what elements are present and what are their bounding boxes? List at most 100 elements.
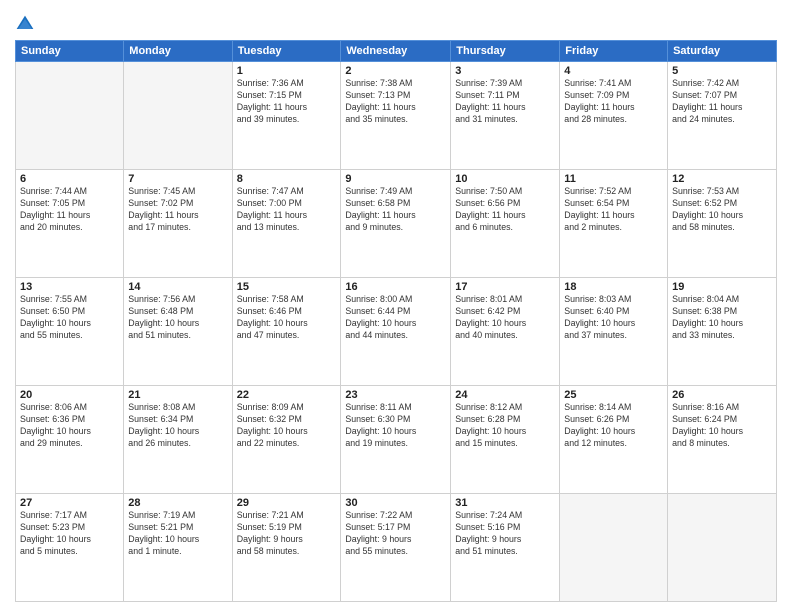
day-number: 2 — [345, 65, 446, 77]
calendar-cell: 9Sunrise: 7:49 AM Sunset: 6:58 PM Daylig… — [341, 170, 451, 278]
day-number: 9 — [345, 173, 446, 185]
day-number: 26 — [672, 389, 772, 401]
day-number: 25 — [564, 389, 663, 401]
day-info: Sunrise: 8:14 AM Sunset: 6:26 PM Dayligh… — [564, 402, 663, 450]
calendar-cell: 1Sunrise: 7:36 AM Sunset: 7:15 PM Daylig… — [232, 62, 341, 170]
day-info: Sunrise: 7:50 AM Sunset: 6:56 PM Dayligh… — [455, 186, 555, 234]
day-info: Sunrise: 8:04 AM Sunset: 6:38 PM Dayligh… — [672, 294, 772, 342]
week-row-5: 27Sunrise: 7:17 AM Sunset: 5:23 PM Dayli… — [16, 494, 777, 602]
day-number: 19 — [672, 281, 772, 293]
day-info: Sunrise: 8:11 AM Sunset: 6:30 PM Dayligh… — [345, 402, 446, 450]
calendar-cell: 13Sunrise: 7:55 AM Sunset: 6:50 PM Dayli… — [16, 278, 124, 386]
page: SundayMondayTuesdayWednesdayThursdayFrid… — [0, 0, 792, 612]
weekday-header-monday: Monday — [124, 41, 232, 62]
week-row-4: 20Sunrise: 8:06 AM Sunset: 6:36 PM Dayli… — [16, 386, 777, 494]
calendar-cell: 23Sunrise: 8:11 AM Sunset: 6:30 PM Dayli… — [341, 386, 451, 494]
day-number: 10 — [455, 173, 555, 185]
calendar-cell: 24Sunrise: 8:12 AM Sunset: 6:28 PM Dayli… — [451, 386, 560, 494]
calendar-cell: 22Sunrise: 8:09 AM Sunset: 6:32 PM Dayli… — [232, 386, 341, 494]
weekday-header-tuesday: Tuesday — [232, 41, 341, 62]
day-info: Sunrise: 8:06 AM Sunset: 6:36 PM Dayligh… — [20, 402, 119, 450]
calendar-cell: 19Sunrise: 8:04 AM Sunset: 6:38 PM Dayli… — [668, 278, 777, 386]
day-number: 6 — [20, 173, 119, 185]
calendar-cell: 30Sunrise: 7:22 AM Sunset: 5:17 PM Dayli… — [341, 494, 451, 602]
day-info: Sunrise: 7:19 AM Sunset: 5:21 PM Dayligh… — [128, 510, 227, 558]
weekday-header-thursday: Thursday — [451, 41, 560, 62]
calendar-cell — [16, 62, 124, 170]
calendar-cell: 4Sunrise: 7:41 AM Sunset: 7:09 PM Daylig… — [560, 62, 668, 170]
calendar-cell: 11Sunrise: 7:52 AM Sunset: 6:54 PM Dayli… — [560, 170, 668, 278]
day-info: Sunrise: 7:49 AM Sunset: 6:58 PM Dayligh… — [345, 186, 446, 234]
day-info: Sunrise: 7:38 AM Sunset: 7:13 PM Dayligh… — [345, 78, 446, 126]
calendar-cell: 7Sunrise: 7:45 AM Sunset: 7:02 PM Daylig… — [124, 170, 232, 278]
day-number: 21 — [128, 389, 227, 401]
day-info: Sunrise: 7:24 AM Sunset: 5:16 PM Dayligh… — [455, 510, 555, 558]
day-number: 22 — [237, 389, 337, 401]
day-number: 13 — [20, 281, 119, 293]
day-info: Sunrise: 7:52 AM Sunset: 6:54 PM Dayligh… — [564, 186, 663, 234]
calendar-cell: 3Sunrise: 7:39 AM Sunset: 7:11 PM Daylig… — [451, 62, 560, 170]
calendar-cell: 18Sunrise: 8:03 AM Sunset: 6:40 PM Dayli… — [560, 278, 668, 386]
calendar-cell: 15Sunrise: 7:58 AM Sunset: 6:46 PM Dayli… — [232, 278, 341, 386]
calendar-cell: 12Sunrise: 7:53 AM Sunset: 6:52 PM Dayli… — [668, 170, 777, 278]
day-info: Sunrise: 7:45 AM Sunset: 7:02 PM Dayligh… — [128, 186, 227, 234]
day-info: Sunrise: 8:09 AM Sunset: 6:32 PM Dayligh… — [237, 402, 337, 450]
day-info: Sunrise: 7:21 AM Sunset: 5:19 PM Dayligh… — [237, 510, 337, 558]
day-number: 17 — [455, 281, 555, 293]
logo — [15, 14, 39, 34]
calendar-cell: 29Sunrise: 7:21 AM Sunset: 5:19 PM Dayli… — [232, 494, 341, 602]
calendar-cell — [124, 62, 232, 170]
calendar-cell: 2Sunrise: 7:38 AM Sunset: 7:13 PM Daylig… — [341, 62, 451, 170]
calendar-cell: 20Sunrise: 8:06 AM Sunset: 6:36 PM Dayli… — [16, 386, 124, 494]
day-info: Sunrise: 8:08 AM Sunset: 6:34 PM Dayligh… — [128, 402, 227, 450]
logo-icon — [15, 14, 35, 34]
calendar-cell: 10Sunrise: 7:50 AM Sunset: 6:56 PM Dayli… — [451, 170, 560, 278]
day-info: Sunrise: 7:53 AM Sunset: 6:52 PM Dayligh… — [672, 186, 772, 234]
day-number: 8 — [237, 173, 337, 185]
header — [15, 10, 777, 34]
calendar-cell: 16Sunrise: 8:00 AM Sunset: 6:44 PM Dayli… — [341, 278, 451, 386]
day-info: Sunrise: 8:16 AM Sunset: 6:24 PM Dayligh… — [672, 402, 772, 450]
day-number: 23 — [345, 389, 446, 401]
day-info: Sunrise: 7:44 AM Sunset: 7:05 PM Dayligh… — [20, 186, 119, 234]
calendar-cell — [560, 494, 668, 602]
day-number: 11 — [564, 173, 663, 185]
calendar-cell: 8Sunrise: 7:47 AM Sunset: 7:00 PM Daylig… — [232, 170, 341, 278]
calendar-cell: 31Sunrise: 7:24 AM Sunset: 5:16 PM Dayli… — [451, 494, 560, 602]
day-number: 15 — [237, 281, 337, 293]
day-number: 14 — [128, 281, 227, 293]
calendar-table: SundayMondayTuesdayWednesdayThursdayFrid… — [15, 40, 777, 602]
day-number: 3 — [455, 65, 555, 77]
calendar-cell: 28Sunrise: 7:19 AM Sunset: 5:21 PM Dayli… — [124, 494, 232, 602]
day-number: 24 — [455, 389, 555, 401]
weekday-header-sunday: Sunday — [16, 41, 124, 62]
day-number: 1 — [237, 65, 337, 77]
day-info: Sunrise: 7:22 AM Sunset: 5:17 PM Dayligh… — [345, 510, 446, 558]
day-number: 16 — [345, 281, 446, 293]
week-row-2: 6Sunrise: 7:44 AM Sunset: 7:05 PM Daylig… — [16, 170, 777, 278]
weekday-header-wednesday: Wednesday — [341, 41, 451, 62]
day-number: 30 — [345, 497, 446, 509]
calendar-cell — [668, 494, 777, 602]
day-number: 4 — [564, 65, 663, 77]
week-row-3: 13Sunrise: 7:55 AM Sunset: 6:50 PM Dayli… — [16, 278, 777, 386]
weekday-header-saturday: Saturday — [668, 41, 777, 62]
day-info: Sunrise: 7:55 AM Sunset: 6:50 PM Dayligh… — [20, 294, 119, 342]
calendar-cell: 17Sunrise: 8:01 AM Sunset: 6:42 PM Dayli… — [451, 278, 560, 386]
day-info: Sunrise: 8:03 AM Sunset: 6:40 PM Dayligh… — [564, 294, 663, 342]
calendar-cell: 25Sunrise: 8:14 AM Sunset: 6:26 PM Dayli… — [560, 386, 668, 494]
day-info: Sunrise: 7:39 AM Sunset: 7:11 PM Dayligh… — [455, 78, 555, 126]
day-info: Sunrise: 8:00 AM Sunset: 6:44 PM Dayligh… — [345, 294, 446, 342]
calendar-cell: 27Sunrise: 7:17 AM Sunset: 5:23 PM Dayli… — [16, 494, 124, 602]
day-info: Sunrise: 7:36 AM Sunset: 7:15 PM Dayligh… — [237, 78, 337, 126]
day-number: 7 — [128, 173, 227, 185]
calendar-cell: 6Sunrise: 7:44 AM Sunset: 7:05 PM Daylig… — [16, 170, 124, 278]
calendar-cell: 14Sunrise: 7:56 AM Sunset: 6:48 PM Dayli… — [124, 278, 232, 386]
week-row-1: 1Sunrise: 7:36 AM Sunset: 7:15 PM Daylig… — [16, 62, 777, 170]
day-number: 28 — [128, 497, 227, 509]
day-number: 5 — [672, 65, 772, 77]
day-number: 12 — [672, 173, 772, 185]
day-info: Sunrise: 8:01 AM Sunset: 6:42 PM Dayligh… — [455, 294, 555, 342]
day-info: Sunrise: 8:12 AM Sunset: 6:28 PM Dayligh… — [455, 402, 555, 450]
day-info: Sunrise: 7:42 AM Sunset: 7:07 PM Dayligh… — [672, 78, 772, 126]
